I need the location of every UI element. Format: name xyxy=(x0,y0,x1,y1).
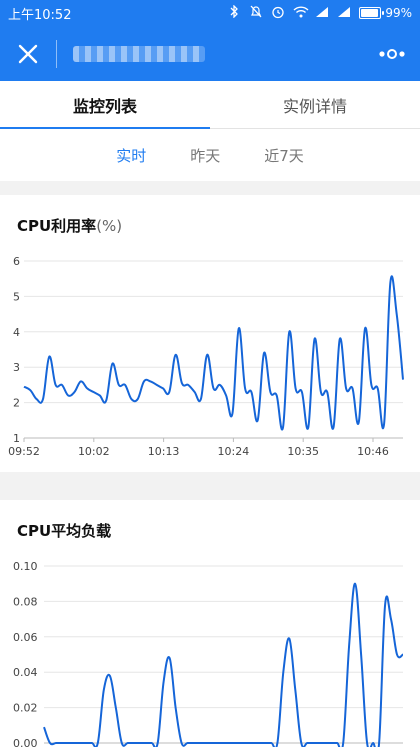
mute-icon xyxy=(249,5,263,21)
signal-icon xyxy=(315,6,329,21)
y-tick-label: 6 xyxy=(13,255,20,268)
status-icons: 99% xyxy=(227,4,412,22)
y-tick-label: 0.08 xyxy=(13,595,38,608)
y-tick-label: 0.10 xyxy=(13,560,38,573)
battery-indicator: 99% xyxy=(359,6,412,20)
period-realtime[interactable]: 实时 xyxy=(116,145,146,166)
x-tick-label: 10:02 xyxy=(78,445,110,458)
y-tick-label: 2 xyxy=(13,397,20,410)
series-line xyxy=(23,275,404,431)
cpu-load-chart: 0.00 0.02 0.04 0.06 0.08 0.10 xyxy=(13,560,404,747)
y-tick-label: 1 xyxy=(13,432,20,445)
period-last-7-days[interactable]: 近7天 xyxy=(264,145,304,166)
battery-percent: 99% xyxy=(385,6,412,20)
more-button[interactable] xyxy=(364,26,420,81)
more-dots-icon xyxy=(379,48,405,59)
tab-monitor-list[interactable]: 监控列表 xyxy=(0,81,210,129)
x-tick-label: 10:46 xyxy=(357,445,389,458)
tab-instance-details[interactable]: 实例详情 xyxy=(210,81,420,128)
wifi-icon xyxy=(293,5,309,21)
y-tick-label: 5 xyxy=(13,290,20,303)
bluetooth-icon xyxy=(227,4,241,21)
app-bar-divider xyxy=(56,39,57,68)
x-tick-label: 10:35 xyxy=(287,445,319,458)
period-selector: 实时 昨天 近7天 xyxy=(0,129,420,181)
cpu-load-card: CPU平均负载 0.00 0.02 0.04 0.06 0.08 0.10 xyxy=(0,500,420,747)
close-icon xyxy=(18,44,38,63)
x-tick-label: 09:52 xyxy=(8,445,40,458)
x-tick-label: 10:13 xyxy=(148,445,180,458)
y-tick-label: 0.04 xyxy=(13,666,38,679)
close-button[interactable] xyxy=(0,26,56,81)
x-tick-label: 10:24 xyxy=(218,445,250,458)
page-title-obscured xyxy=(73,45,205,62)
tab-bar: 监控列表 实例详情 xyxy=(0,81,420,129)
signal-icon xyxy=(337,6,351,21)
status-bar: 上午10:52 99% xyxy=(0,0,420,26)
status-time: 上午10:52 xyxy=(8,7,72,23)
y-tick-label: 0.00 xyxy=(13,737,38,747)
app-bar xyxy=(0,26,420,81)
cpu-utilization-card: CPU利用率(%) 1 2 3 4 5 6 09:52 10:02 10:13 10:24 10:3… xyxy=(0,195,420,472)
y-tick-label: 3 xyxy=(13,361,20,374)
y-tick-label: 0.02 xyxy=(13,702,38,715)
y-tick-label: 4 xyxy=(13,326,20,339)
period-yesterday[interactable]: 昨天 xyxy=(190,145,220,166)
battery-icon xyxy=(359,7,385,19)
y-tick-label: 0.06 xyxy=(13,631,38,644)
cpu-utilization-chart: 1 2 3 4 5 6 09:52 10:02 10:13 10:24 10:35 10:46 xyxy=(8,255,404,458)
series-line xyxy=(43,582,404,747)
alarm-icon xyxy=(271,5,285,22)
